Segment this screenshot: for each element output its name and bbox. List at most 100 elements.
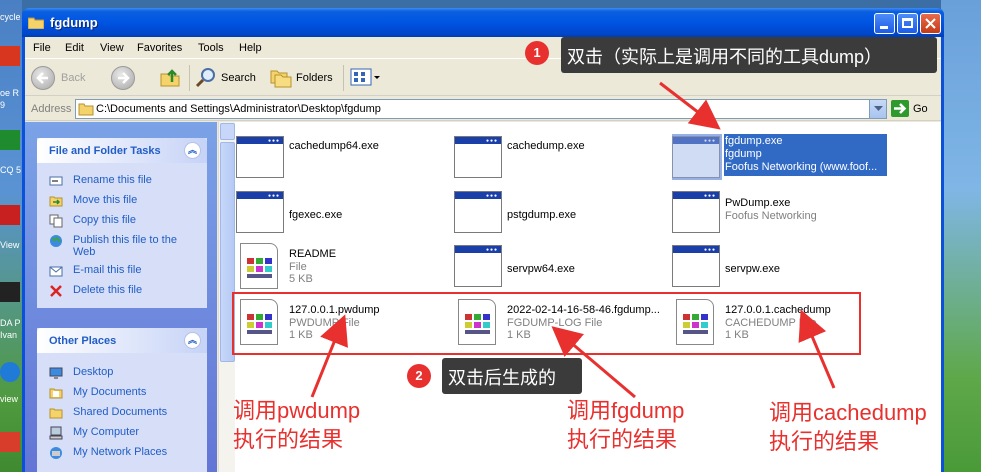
file-name: cachedump.exe bbox=[507, 140, 585, 152]
annotation-callout-2: 双击后生成的 bbox=[442, 358, 582, 394]
forward-button[interactable] bbox=[111, 66, 151, 90]
exe-icon: ●●● bbox=[672, 134, 720, 178]
search-button[interactable]: Search bbox=[195, 66, 261, 90]
ida-icon[interactable] bbox=[0, 282, 20, 302]
panel-header[interactable]: File and Folder Tasks ︽ bbox=[37, 138, 207, 163]
minimize-button[interactable] bbox=[874, 13, 895, 34]
move-icon bbox=[49, 196, 63, 207]
collapse-icon[interactable]: ︽ bbox=[184, 332, 201, 349]
title-bar[interactable]: fgdump bbox=[22, 8, 944, 37]
annotation-number-1: 1 bbox=[525, 41, 549, 65]
close-button[interactable] bbox=[920, 13, 941, 34]
desktop-left-strip: cycle oe R 9 CQ 5 View DA P Ivan view bbox=[0, 0, 22, 472]
address-dropdown-button[interactable] bbox=[869, 100, 886, 118]
place-label: My Documents bbox=[73, 386, 147, 398]
file-item[interactable]: ●●● PwDump.exe Foofus Networking bbox=[672, 189, 887, 235]
app-icon[interactable] bbox=[0, 432, 20, 452]
views-button[interactable] bbox=[349, 66, 383, 90]
file-item[interactable]: README File 5 KB bbox=[236, 243, 451, 289]
menu-view[interactable]: View bbox=[100, 42, 124, 54]
views-icon bbox=[350, 68, 380, 86]
label-line: 执行的结果 bbox=[233, 427, 344, 452]
file-name: fgexec.exe bbox=[289, 209, 343, 221]
menu-edit[interactable]: Edit bbox=[65, 42, 84, 54]
place-label: My Network Places bbox=[73, 446, 168, 458]
file-item-selected[interactable]: ●●● fgdump.exe fgdump Foofus Networking … bbox=[672, 134, 887, 180]
file-item[interactable]: ●●● fgexec.exe bbox=[236, 189, 451, 235]
go-label: Go bbox=[913, 103, 928, 115]
folders-button[interactable]: Folders bbox=[269, 66, 339, 90]
annotation-text: 双击后生成的 bbox=[448, 368, 556, 388]
acrobat-icon[interactable] bbox=[0, 46, 20, 66]
file-item[interactable]: ●●● pstgdump.exe bbox=[454, 189, 669, 235]
annotation-label-fgdump: 调用fgdump 执行的结果 bbox=[567, 396, 684, 454]
folders-label: Folders bbox=[296, 72, 333, 84]
exe-icon: ●●● bbox=[236, 134, 284, 178]
network-icon bbox=[50, 447, 62, 459]
desktop-right-strip bbox=[941, 0, 981, 472]
desktop-label: 9 bbox=[0, 100, 6, 110]
exe-icon: ●●● bbox=[454, 134, 502, 178]
annotation-number-2: 2 bbox=[407, 364, 431, 388]
maximize-button[interactable] bbox=[897, 13, 918, 34]
task-label: Move this file bbox=[73, 194, 138, 206]
task-label: Publish this file to the bbox=[73, 234, 177, 246]
menu-file[interactable]: File bbox=[33, 42, 51, 54]
folder-icon bbox=[28, 17, 44, 29]
file-description: fgdump bbox=[725, 148, 762, 160]
label-line: 执行的结果 bbox=[567, 427, 678, 452]
label-line: 调用fgdump bbox=[567, 398, 685, 423]
collapse-icon[interactable]: ︽ bbox=[184, 142, 201, 159]
app-icon[interactable] bbox=[0, 205, 20, 225]
file-item[interactable]: ●●● servpw64.exe bbox=[454, 243, 669, 289]
task-label: Web bbox=[73, 246, 96, 258]
chevron-down-icon bbox=[874, 106, 883, 111]
task-label: Copy this file bbox=[73, 214, 136, 226]
menu-favorites[interactable]: Favorites bbox=[137, 42, 182, 54]
address-bar: Address C:\Documents and Settings\Admini… bbox=[25, 97, 941, 121]
search-icon bbox=[195, 68, 215, 88]
task-label: Delete this file bbox=[73, 284, 143, 296]
panel-header[interactable]: Other Places ︽ bbox=[37, 328, 207, 353]
scroll-up-button[interactable] bbox=[220, 123, 235, 140]
file-item[interactable]: ●●● cachedump.exe bbox=[454, 134, 669, 180]
panel-title: Other Places bbox=[49, 335, 117, 347]
folders-icon bbox=[270, 70, 292, 88]
my-documents-icon bbox=[49, 388, 63, 399]
window-title: fgdump bbox=[50, 15, 98, 30]
file-description: Foofus Networking bbox=[725, 210, 817, 222]
file-item[interactable]: ●●● cachedump64.exe bbox=[236, 134, 451, 180]
ie-icon[interactable] bbox=[0, 362, 20, 382]
desktop-label: View bbox=[0, 240, 20, 250]
forward-arrow-icon bbox=[111, 66, 135, 90]
file-name: README bbox=[289, 248, 337, 260]
task-label: Rename this file bbox=[73, 174, 152, 186]
file-item[interactable]: ●●● servpw.exe bbox=[672, 243, 887, 289]
search-label: Search bbox=[221, 72, 256, 84]
address-path: C:\Documents and Settings\Administrator\… bbox=[96, 103, 381, 115]
file-name: cachedump64.exe bbox=[289, 140, 379, 152]
address-input[interactable]: C:\Documents and Settings\Administrator\… bbox=[75, 99, 887, 119]
annotation-label-pwdump: 调用pwdump 执行的结果 bbox=[233, 396, 360, 454]
address-label: Address bbox=[31, 103, 72, 115]
annotation-label-cachedump: 调用cachedump 执行的结果 bbox=[769, 398, 927, 456]
file-name: servpw64.exe bbox=[507, 263, 575, 275]
desktop-label: DA P bbox=[0, 318, 21, 328]
qq-icon[interactable] bbox=[0, 130, 20, 150]
annotation-callout-1: 双击（实际上是调用不同的工具dump） bbox=[561, 37, 937, 73]
back-button[interactable]: Back bbox=[31, 66, 101, 90]
file-name: PwDump.exe bbox=[725, 197, 791, 209]
back-label: Back bbox=[61, 72, 86, 84]
file-name: pstgdump.exe bbox=[507, 209, 577, 221]
up-folder-icon bbox=[160, 69, 180, 87]
menu-help[interactable]: Help bbox=[239, 42, 262, 54]
up-folder-button[interactable] bbox=[159, 66, 183, 90]
desktop-label: view bbox=[0, 394, 19, 404]
panel-title: File and Folder Tasks bbox=[49, 145, 161, 157]
label-line: 调用cachedump bbox=[769, 400, 927, 425]
desktop-icon bbox=[49, 367, 63, 379]
desktop-label: oe R bbox=[0, 88, 20, 98]
menu-tools[interactable]: Tools bbox=[198, 42, 224, 54]
file-folder-tasks-panel: File and Folder Tasks ︽ Rename this file… bbox=[37, 138, 207, 308]
desktop-label: cycle bbox=[0, 12, 21, 22]
